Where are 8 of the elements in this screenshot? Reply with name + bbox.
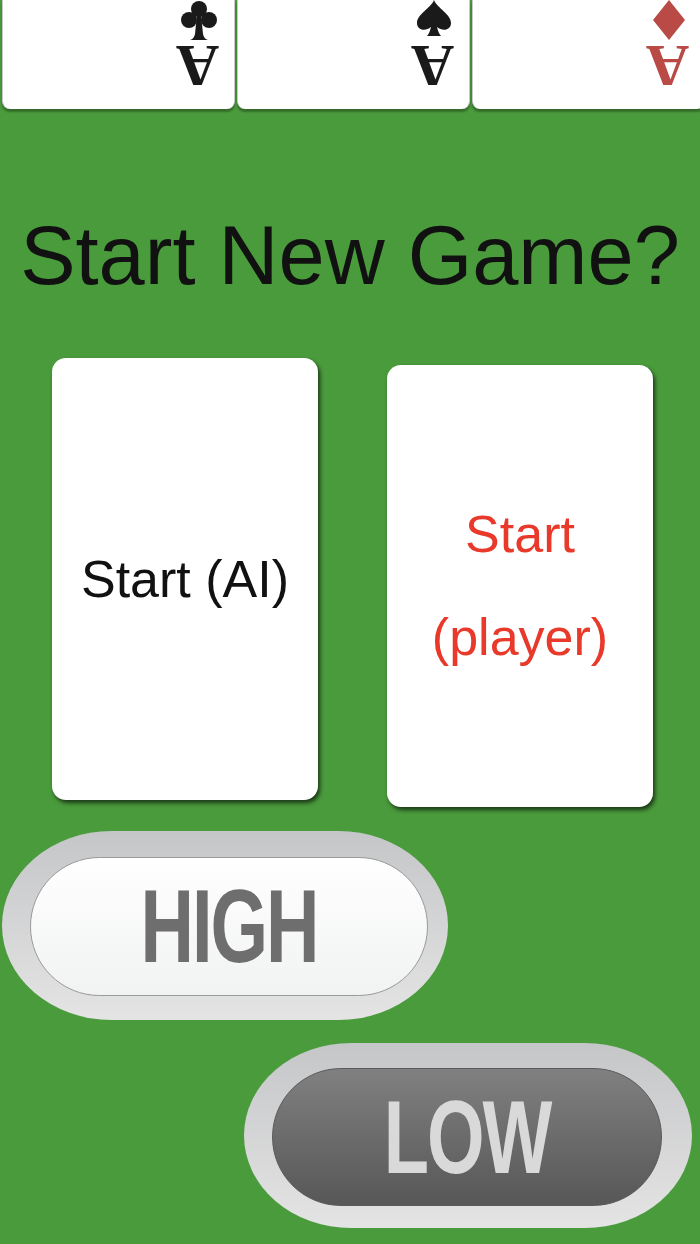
start-card-button[interactable]: Start (player) — [387, 365, 653, 807]
card-rank: A — [410, 44, 454, 88]
dialog-title: Start New Game? — [20, 212, 680, 300]
card-rank: A — [645, 44, 689, 88]
guess-button[interactable]: LOW — [244, 1043, 692, 1228]
card-rank: A — [175, 44, 219, 88]
guess-button[interactable]: HIGH — [2, 831, 448, 1020]
start-card-button[interactable]: Start (AI) — [52, 358, 318, 800]
